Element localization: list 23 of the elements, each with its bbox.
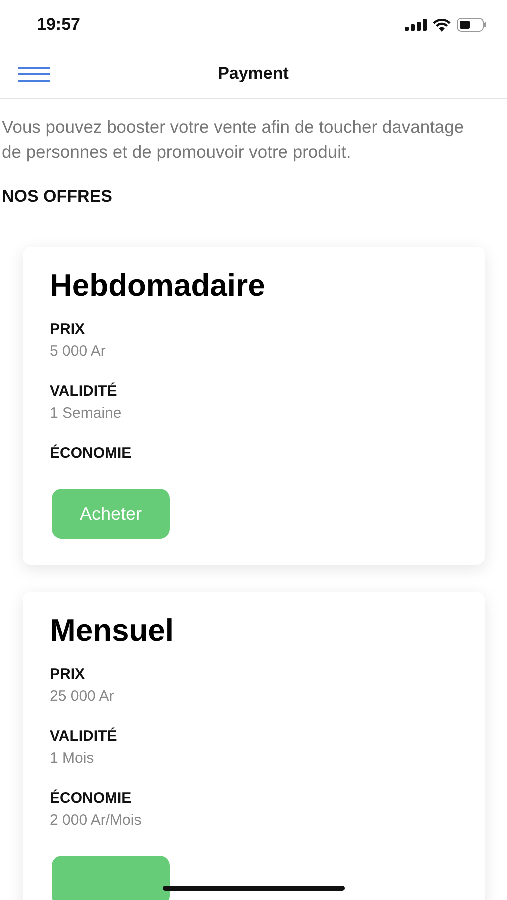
section-heading: NOS OFFRES	[2, 187, 114, 207]
buy-button[interactable]: Acheter	[52, 489, 170, 539]
menu-button[interactable]	[18, 67, 50, 82]
field-value: 1 Semaine	[50, 404, 122, 424]
field-label: PRIX	[50, 320, 86, 340]
field-value: 2 000 Ar/Mois	[50, 811, 142, 831]
battery-icon	[457, 18, 487, 32]
field-label: VALIDITÉ	[50, 382, 118, 402]
intro-text: Vous pouvez booster votre vente afin de toucher davantage de personnes et de promouvoir votre produit.	[2, 116, 466, 164]
field-value: 25 000 Ar	[50, 687, 114, 707]
field-value: 1 Mois	[50, 749, 94, 769]
status-time: 19:57	[37, 15, 80, 35]
menu-icon	[18, 67, 50, 82]
field-value: 5 000 Ar	[50, 342, 106, 362]
field-label: PRIX	[50, 665, 86, 685]
offer-title: Mensuel	[50, 612, 176, 650]
signal-icon	[405, 19, 427, 31]
field-label: VALIDITÉ	[50, 726, 118, 747]
offer-title: Hebdomadaire	[50, 267, 266, 305]
field-label: ÉCONOMIE	[50, 788, 132, 809]
page-title: Payment	[218, 64, 289, 84]
field-label: ÉCONOMIE	[50, 444, 132, 464]
wifi-icon	[433, 18, 451, 32]
